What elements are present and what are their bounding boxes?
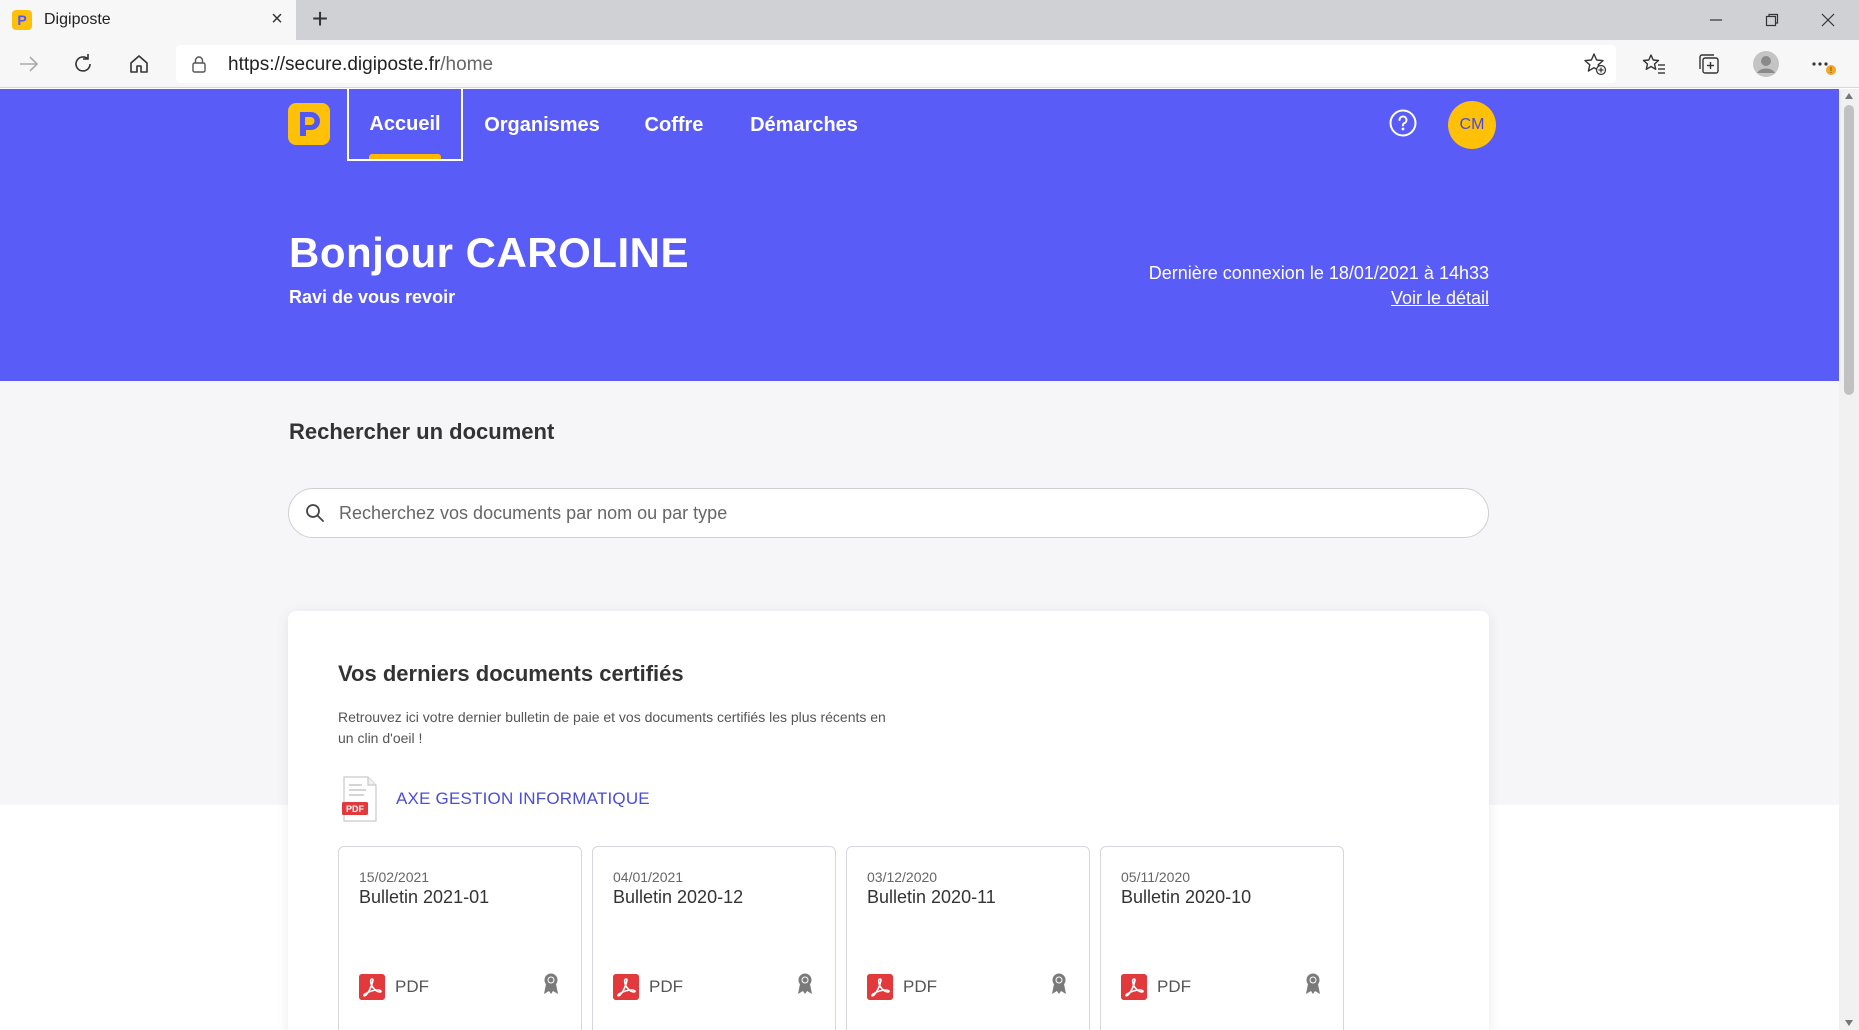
pdf-icon [359,974,385,1000]
organization-row[interactable]: PDF AXE GESTION INFORMATIQUE [340,775,650,823]
profile-icon[interactable] [1751,50,1781,78]
vertical-scrollbar[interactable] [1839,89,1859,1030]
more-options-icon[interactable]: ! [1808,50,1838,78]
document-type-label: PDF [395,977,429,996]
pdf-icon [867,974,893,1000]
organization-name[interactable]: AXE GESTION INFORMATIQUE [396,789,650,809]
document-date: 15/02/2021 [359,869,430,885]
pdf-icon [1121,974,1147,1000]
document-date: 03/12/2020 [867,869,938,885]
restore-icon[interactable] [1744,0,1800,40]
close-window-icon[interactable] [1800,0,1856,40]
search-box[interactable] [288,488,1489,538]
browser-tab[interactable]: P Digiposte × [0,0,296,40]
svg-text:!: ! [1830,66,1832,75]
greeting-title: Bonjour CAROLINE [289,229,689,276]
document-name: Bulletin 2020-12 [613,887,744,907]
nav-coffre[interactable]: Coffre [628,89,720,161]
document-card[interactable]: 05/11/2020 Bulletin 2020-10 PDF [1100,846,1344,1030]
nav-accueil[interactable]: Accueil [347,89,463,161]
hero-banner: Accueil Organismes Coffre Démarches CM B… [0,89,1839,381]
document-date: 04/01/2021 [613,869,684,885]
certified-badge-icon [1052,973,1066,994]
new-tab-icon[interactable]: + [306,4,334,34]
scroll-down-icon[interactable] [1845,1020,1853,1026]
search-section-title: Rechercher un document [289,419,555,444]
card-title: Vos derniers documents certifiés [338,661,684,686]
add-favorite-icon[interactable] [1580,50,1610,78]
page-viewport: Accueil Organismes Coffre Démarches CM B… [0,89,1839,1030]
pdf-icon [613,974,639,1000]
view-detail-link[interactable]: Voir le détail [1391,288,1489,309]
search-icon [306,504,324,522]
document-card[interactable]: 15/02/2021 Bulletin 2021-01 PDF [338,846,582,1030]
reload-icon[interactable] [68,50,98,78]
document-type-label: PDF [1157,977,1191,996]
home-icon[interactable] [124,50,154,78]
card-description: Retrouvez ici votre dernier bulletin de … [338,709,886,746]
address-bar[interactable]: https://secure.digiposte.fr/home [176,45,1616,83]
last-connection-text: Dernière connexion le 18/01/2021 à 14h33 [1148,263,1489,283]
help-icon[interactable] [1389,109,1417,137]
document-card[interactable]: 03/12/2020 Bulletin 2020-11 PDF [846,846,1090,1030]
collections-icon[interactable] [1694,50,1724,78]
document-name: Bulletin 2021-01 [359,887,490,907]
document-type-label: PDF [903,977,937,996]
scroll-up-icon[interactable] [1845,93,1853,99]
browser-toolbar: https://secure.digiposte.fr/home ! [0,40,1859,88]
search-input[interactable] [339,490,1469,536]
svg-text:PDF: PDF [346,804,365,814]
certified-badge-icon [1306,973,1320,994]
minimize-icon[interactable] [1688,0,1744,40]
digiposte-favicon-icon: P [12,10,32,30]
close-tab-icon[interactable]: × [266,8,288,30]
document-name: Bulletin 2020-11 [867,887,996,907]
url-text: https://secure.digiposte.fr/home [228,54,494,75]
forward-icon[interactable] [14,50,44,78]
user-avatar[interactable]: CM [1448,101,1496,149]
favorites-icon[interactable] [1639,50,1669,78]
certified-badge-icon [544,973,558,994]
document-name: Bulletin 2020-10 [1121,887,1252,907]
active-tab-indicator [369,154,441,159]
document-date: 05/11/2020 [1121,869,1191,885]
document-type-label: PDF [649,977,683,996]
nav-demarches[interactable]: Démarches [736,89,872,161]
browser-tab-bar: P Digiposte × + [0,0,1859,40]
tab-title: Digiposte [44,11,111,28]
certified-documents-card: Vos derniers documents certifiés Retrouv… [288,611,1489,1030]
digiposte-logo-icon[interactable] [288,103,330,145]
greeting-subtitle: Ravi de vous revoir [289,287,456,307]
certified-badge-icon [798,973,812,994]
nav-organismes[interactable]: Organismes [468,89,616,161]
lock-icon [192,56,206,73]
scroll-thumb[interactable] [1844,105,1854,395]
document-card[interactable]: 04/01/2021 Bulletin 2020-12 PDF [592,846,836,1030]
payslip-document-icon: PDF [340,775,380,823]
